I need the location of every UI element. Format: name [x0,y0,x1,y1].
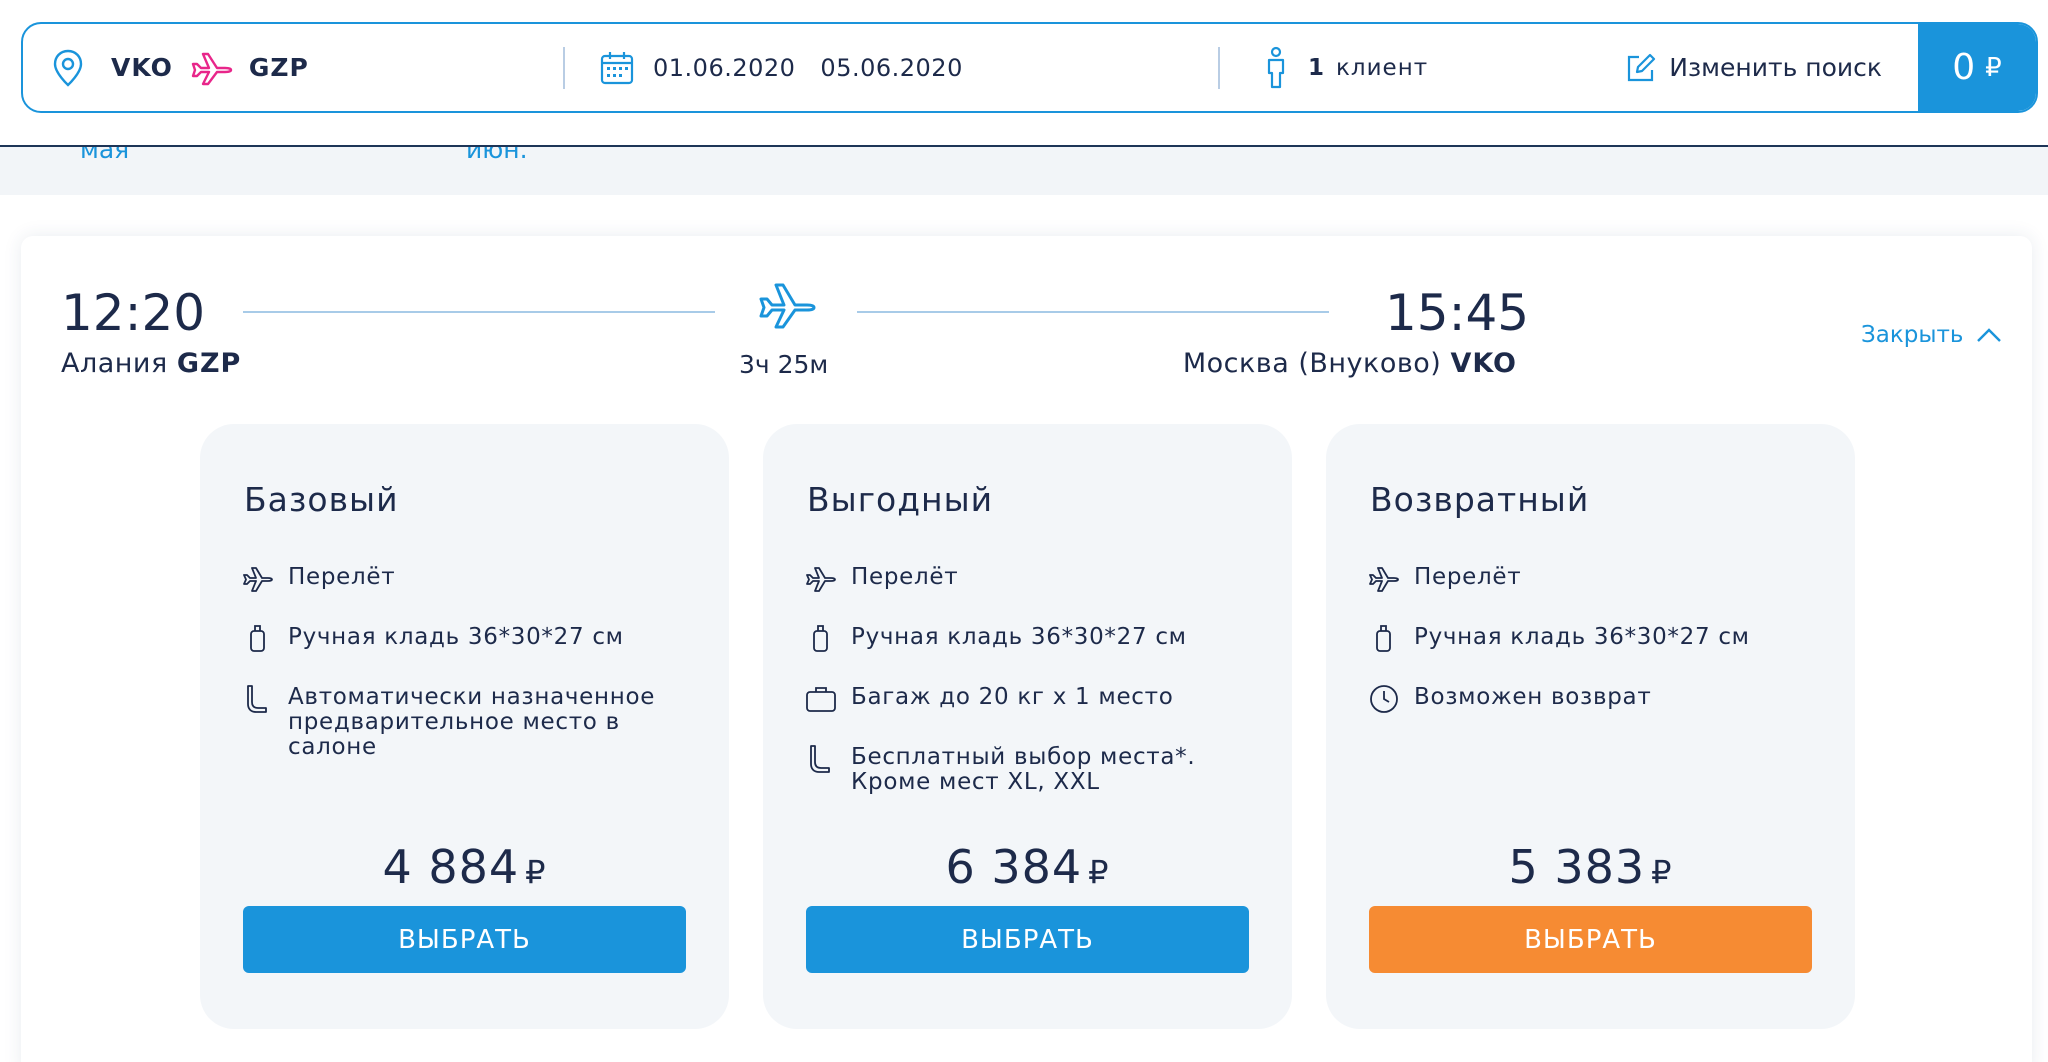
hand-luggage-icon [1376,625,1391,652]
dates-field[interactable]: 01.06.2020 05.06.2020 [565,24,1218,111]
price-value: 6 384 [945,840,1083,894]
total-price-badge: 0 ₽ [1918,24,2036,111]
destination-code: GZP [248,53,309,82]
currency-symbol: ₽ [525,853,547,891]
feature-hand-luggage: Ручная кладь 36*30*27 см [805,624,1255,654]
tariff-price: 5 383 ₽ [1326,840,1855,894]
arrival-location: Москва (Внуково) VKO [1183,348,1517,379]
route-line [243,311,715,313]
tariff-title: Возвратный [1370,480,1590,519]
tariff-title: Выгодный [807,480,994,519]
hand-luggage-icon [813,625,828,652]
edit-icon [1628,53,1656,81]
select-tariff-button[interactable]: ВЫБРАТЬ [806,906,1249,973]
calendar-icon [600,51,634,84]
tariff-features: Перелёт Ручная кладь 36*30*27 см Багаж д… [805,564,1255,825]
currency-symbol: ₽ [1651,853,1673,891]
price-value: 4 884 [382,840,520,894]
route-line [857,311,1329,313]
tariff-features: Перелёт Ручная кладь 36*30*27 см Возможе… [1368,564,1818,744]
tariff-price: 6 384 ₽ [763,840,1292,894]
feature-text: Ручная кладь 36*30*27 см [851,624,1187,650]
total-price-value: 0 [1952,47,1976,88]
feature-text: Перелёт [851,564,959,590]
calendar-strip: мая июн. [0,147,2048,195]
calendar-month-label[interactable]: июн. [466,147,528,164]
feature-text: Багаж до 20 кг х 1 место [851,684,1174,710]
location-pin-icon [53,49,83,87]
feature-seat: Бесплатный выбор места*. Кроме мест XL, … [805,744,1255,795]
date-from: 01.06.2020 [653,53,796,82]
tariff-features: Перелёт Ручная кладь 36*30*27 см Автомат… [242,564,692,790]
plane-icon [1369,567,1399,592]
feature-baggage: Багаж до 20 кг х 1 место [805,684,1255,714]
departure-code: GZP [176,348,242,379]
close-label: Закрыть [1861,322,1964,348]
feature-hand-luggage: Ручная кладь 36*30*27 см [242,624,692,654]
date-to: 05.06.2020 [820,53,963,82]
change-search-button[interactable]: Изменить поиск [1625,24,1882,111]
calendar-month-label[interactable]: мая [80,147,129,164]
feature-text: Перелёт [288,564,396,590]
feature-flight: Перелёт [242,564,692,594]
departure-city: Алания [61,348,168,379]
airplane-icon [191,52,233,85]
route-field[interactable]: VKO GZP [23,24,563,111]
plane-icon [243,567,273,592]
select-tariff-button[interactable]: ВЫБРАТЬ [1369,906,1812,973]
feature-text: Перелёт [1414,564,1522,590]
feature-refund: Возможен возврат [1368,684,1818,714]
passengers-field[interactable]: 1 клиент [1220,24,1620,111]
departure-time: 12:20 [61,284,206,342]
airplane-icon [759,283,816,329]
feature-text: Бесплатный выбор места*. Кроме мест XL, … [851,744,1196,795]
plane-icon [806,567,836,592]
departure-location: Алания GZP [61,348,241,379]
feature-flight: Перелёт [1368,564,1818,594]
arrival-code: VKO [1450,348,1517,379]
currency-symbol: ₽ [1985,52,2002,83]
hand-luggage-icon [250,625,265,652]
chevron-up-icon [1977,328,2002,342]
select-tariff-button[interactable]: ВЫБРАТЬ [243,906,686,973]
tariff-card-refundable: Возвратный Перелёт Ручная кладь 36*30*27… [1326,424,1855,1029]
feature-text: Ручная кладь 36*30*27 см [1414,624,1750,650]
suitcase-icon [806,687,836,712]
passenger-label: клиент [1336,54,1429,81]
feature-text: Возможен возврат [1414,684,1652,710]
close-details-button[interactable]: Закрыть [1861,322,2003,348]
price-value: 5 383 [1508,840,1646,894]
feature-flight: Перелёт [805,564,1255,594]
clock-icon [1370,685,1398,713]
tariff-price: 4 884 ₽ [200,840,729,894]
change-search-label: Изменить поиск [1669,53,1882,82]
origin-code: VKO [111,53,173,82]
arrival-time: 15:45 [1385,284,1530,342]
feature-text: Ручная кладь 36*30*27 см [288,624,624,650]
tariff-card-profitable: Выгодный Перелёт Ручная кладь 36*30*27 с… [763,424,1292,1029]
seat-icon [810,745,830,773]
arrival-city: Москва (Внуково) [1182,348,1442,379]
person-icon [1267,46,1285,88]
tariff-card-basic: Базовый Перелёт Ручная кладь 36*30*27 см… [200,424,729,1029]
feature-text: Автоматически назначенное предварительно… [288,684,656,760]
currency-symbol: ₽ [1088,853,1110,891]
feature-seat: Автоматически назначенное предварительно… [242,684,692,760]
tariff-title: Базовый [244,480,399,519]
passenger-count: 1 [1308,54,1325,81]
flight-duration: 3ч 25м [739,350,829,379]
search-summary-bar: VKO GZP 01.06.2020 05.06.2020 1 клиент И… [21,22,2038,113]
feature-hand-luggage: Ручная кладь 36*30*27 см [1368,624,1818,654]
seat-icon [247,685,267,713]
